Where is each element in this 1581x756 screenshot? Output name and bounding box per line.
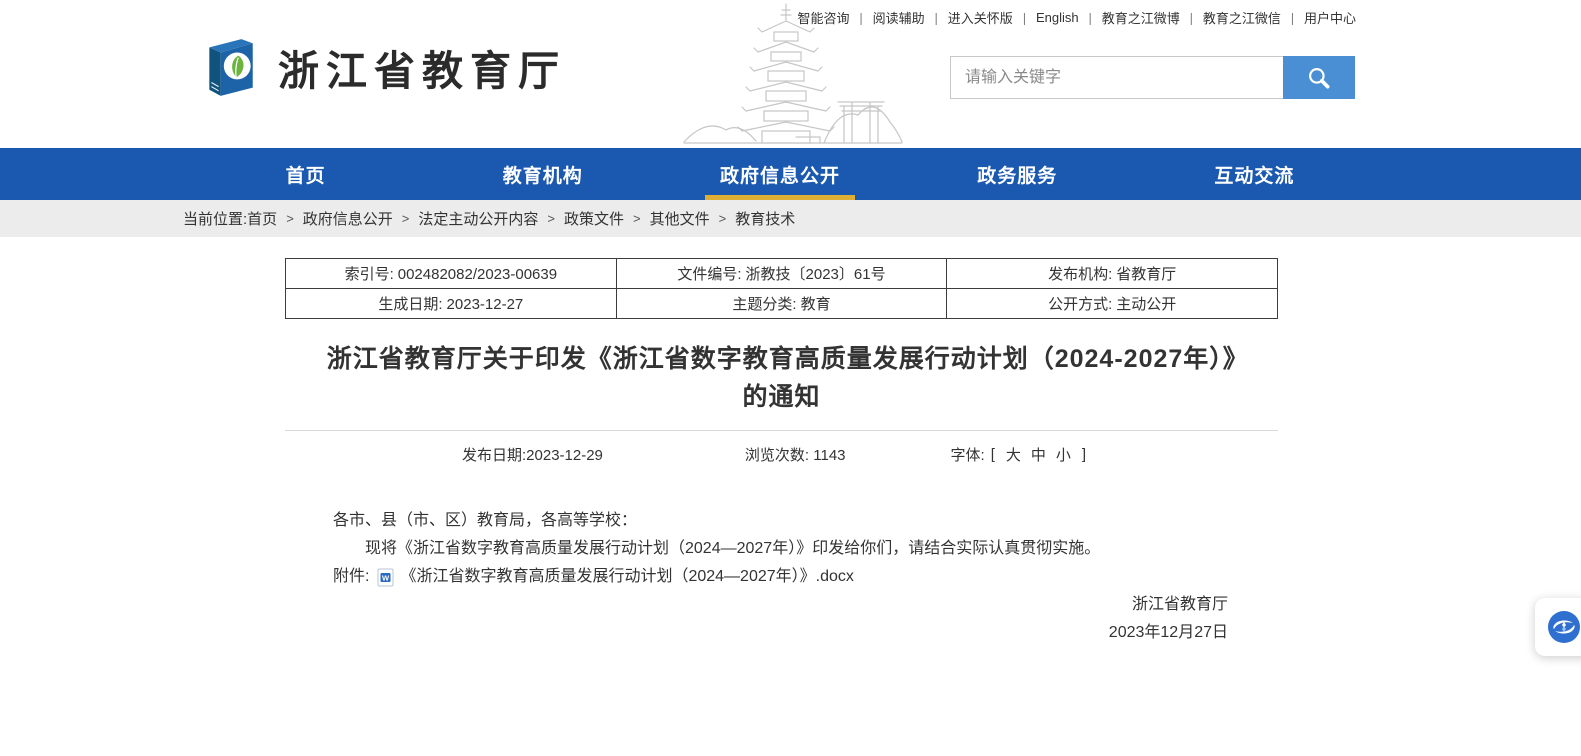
- topbar-separator: |: [860, 10, 863, 25]
- signature-date: 2023年12月27日: [285, 619, 1228, 647]
- table-row: 生成日期:2023-12-27 主题分类:教育 公开方式:主动公开: [286, 289, 1278, 319]
- main-nav: 首页 教育机构 政府信息公开 政务服务 互动交流: [0, 148, 1581, 200]
- signature-org: 浙江省教育厅: [285, 591, 1228, 619]
- topbar-link-reading-aid[interactable]: 阅读辅助: [863, 8, 935, 27]
- topbar-link-smart-consult[interactable]: 智能咨询: [788, 8, 860, 27]
- logo-book-leaf-icon: [200, 36, 260, 98]
- breadcrumb-separator: >: [633, 211, 641, 226]
- nav-item-government-info[interactable]: 政府信息公开: [661, 148, 898, 200]
- topbar-separator: |: [935, 10, 938, 25]
- signature-block: 浙江省教育厅 2023年12月27日: [285, 591, 1278, 647]
- doc-file-number: 文件编号:浙教技〔2023〕61号: [616, 259, 947, 289]
- breadcrumb-item-gov-info[interactable]: 政府信息公开: [303, 208, 393, 229]
- breadcrumb-item-edu-tech[interactable]: 教育技术: [735, 208, 795, 229]
- doc-index-number: 索引号:002482082/2023-00639: [286, 259, 617, 289]
- topbar-separator: |: [1291, 10, 1294, 25]
- word-doc-icon[interactable]: W: [377, 568, 394, 587]
- doc-disclosure-method: 公开方式:主动公开: [947, 289, 1278, 319]
- svg-text:W: W: [382, 573, 390, 582]
- font-size-medium-button[interactable]: 中: [1031, 444, 1046, 465]
- attachment-row: 附件: W 《浙江省数字教育高质量发展行动计划（2024—2027年）》.doc…: [333, 563, 1272, 591]
- doc-topic-category: 主题分类:教育: [616, 289, 947, 319]
- table-row: 索引号:002482082/2023-00639 文件编号:浙教技〔2023〕6…: [286, 259, 1278, 289]
- main-paragraph: 现将《浙江省数字教育高质量发展行动计划（2024—2027年）》印发给你们，请结…: [333, 535, 1272, 563]
- doc-issuing-agency: 发布机构:省教育厅: [947, 259, 1278, 289]
- topbar-links: 智能咨询 | 阅读辅助 | 进入关怀版 | English | 教育之江微博 |…: [788, 8, 1366, 27]
- breadcrumb-item-policy-docs[interactable]: 政策文件: [564, 208, 624, 229]
- attachment-link[interactable]: 《浙江省数字教育高质量发展行动计划（2024—2027年）》.docx: [400, 563, 853, 591]
- font-size-controls: 字体: [ 大 中 小 ]: [951, 444, 1093, 465]
- topbar-link-weibo[interactable]: 教育之江微博: [1092, 8, 1190, 27]
- breadcrumb-separator: >: [402, 211, 410, 226]
- search-button[interactable]: [1283, 56, 1355, 99]
- nav-item-government-services[interactable]: 政务服务: [899, 148, 1136, 200]
- topbar-separator: |: [1089, 10, 1092, 25]
- view-count: 浏览次数: 1143: [745, 444, 846, 465]
- nav-item-education-institutions[interactable]: 教育机构: [424, 148, 661, 200]
- article-meta: 发布日期:2023-12-29 浏览次数: 1143 字体: [ 大 中 小 ]: [285, 430, 1278, 465]
- font-size-small-button[interactable]: 小: [1056, 444, 1071, 465]
- font-size-label: 字体:: [951, 444, 985, 465]
- zheliban-app-icon: [1547, 610, 1581, 644]
- topbar-link-wechat[interactable]: 教育之江微信: [1193, 8, 1291, 27]
- site-logo[interactable]: 浙江省教育厅: [200, 36, 566, 98]
- search-icon: [1306, 65, 1332, 91]
- breadcrumb-separator: >: [286, 211, 294, 226]
- doc-creation-date: 生成日期:2023-12-27: [286, 289, 617, 319]
- article-container: 索引号:002482082/2023-00639 文件编号:浙教技〔2023〕6…: [285, 237, 1278, 647]
- bracket-open: [: [991, 446, 995, 463]
- salutation-paragraph: 各市、县（市、区）教育局，各高等学校：: [333, 507, 1272, 535]
- topbar-link-care-version[interactable]: 进入关怀版: [938, 8, 1023, 27]
- bracket-close: ]: [1082, 446, 1086, 463]
- attachment-label: 附件:: [333, 563, 369, 591]
- breadcrumb-item-other-docs[interactable]: 其他文件: [650, 208, 710, 229]
- page-title: 浙江省教育厅关于印发《浙江省数字教育高质量发展行动计划（2024-2027年）》…: [323, 341, 1240, 416]
- site-name: 浙江省教育厅: [278, 37, 566, 97]
- floating-app-widget[interactable]: [1535, 598, 1581, 656]
- topbar-separator: |: [1190, 10, 1193, 25]
- search-input[interactable]: [950, 56, 1283, 99]
- topbar-link-english[interactable]: English: [1026, 10, 1089, 25]
- font-size-large-button[interactable]: 大: [1006, 444, 1021, 465]
- breadcrumb-item-home[interactable]: 首页: [247, 208, 277, 229]
- breadcrumb-separator: >: [719, 211, 727, 226]
- nav-item-interaction[interactable]: 互动交流: [1136, 148, 1373, 200]
- breadcrumb-separator: >: [547, 211, 555, 226]
- site-header: 智能咨询 | 阅读辅助 | 进入关怀版 | English | 教育之江微博 |…: [0, 0, 1581, 148]
- topbar-link-user-center[interactable]: 用户中心: [1294, 8, 1366, 27]
- breadcrumb-item-statutory-disclosure[interactable]: 法定主动公开内容: [418, 208, 538, 229]
- search-bar: [950, 56, 1355, 99]
- breadcrumb: 当前位置: 首页 > 政府信息公开 > 法定主动公开内容 > 政策文件 > 其他…: [0, 200, 1581, 237]
- doc-info-table: 索引号:002482082/2023-00639 文件编号:浙教技〔2023〕6…: [285, 258, 1278, 319]
- article-body: 各市、县（市、区）教育局，各高等学校： 现将《浙江省数字教育高质量发展行动计划（…: [285, 507, 1278, 591]
- topbar-separator: |: [1023, 10, 1026, 25]
- publish-date: 发布日期:2023-12-29: [462, 444, 603, 465]
- breadcrumb-prefix: 当前位置:: [183, 208, 247, 229]
- nav-item-home[interactable]: 首页: [187, 148, 424, 200]
